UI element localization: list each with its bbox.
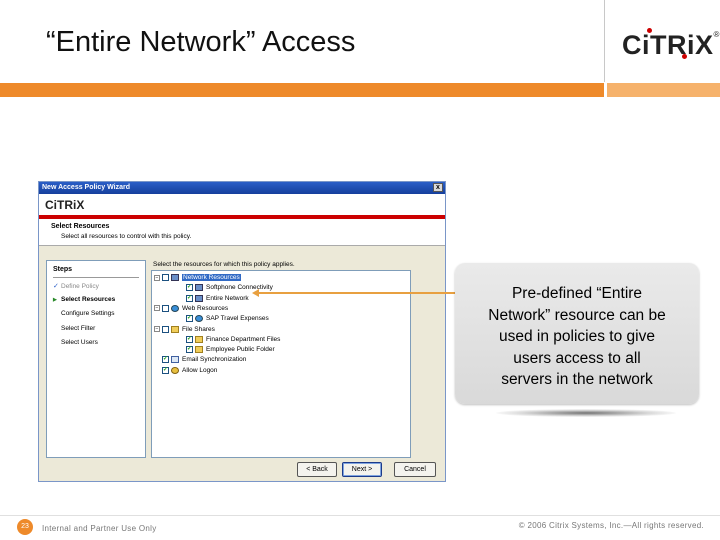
steps-divider [53, 277, 139, 278]
tree-item-label: File Shares [182, 325, 215, 333]
checkmark-icon: ✓ [53, 283, 59, 290]
network-icon [171, 274, 179, 281]
collapse-icon[interactable]: − [154, 305, 160, 312]
logo-red-dot [647, 28, 652, 33]
folder-icon [171, 325, 179, 333]
tree-item-label: Network Resources [182, 274, 241, 281]
checkbox[interactable]: ✓ [186, 346, 193, 354]
mail-icon [171, 356, 179, 364]
step-select-resources[interactable]: ▶ Select Resources [53, 296, 115, 303]
tree-item[interactable]: ✓ SAP Travel Expenses [178, 314, 269, 323]
web-icon [171, 304, 179, 312]
step-select-users[interactable]: Select Users [53, 339, 98, 346]
citrix-logo: CiTRiX® [622, 28, 720, 61]
wizard-citrix-logo: CiTRiX [45, 198, 85, 212]
checkbox[interactable]: ✓ [162, 366, 169, 374]
close-icon[interactable]: x [433, 183, 443, 192]
tree-item-label: Employee Public Folder [206, 346, 275, 354]
callout-line: Pre-defined “Entire [511, 285, 643, 302]
callout-line: servers in the network [501, 371, 653, 388]
checkbox[interactable]: ✓ [186, 335, 193, 343]
callout-line: Network” resource can be [488, 306, 666, 324]
logo-red-dot [682, 54, 687, 59]
checkbox[interactable] [162, 325, 169, 333]
tree-item-label: SAP Travel Expenses [206, 315, 269, 323]
tree-item[interactable]: ✓ Employee Public Folder [178, 345, 275, 354]
resource-tree[interactable]: − Network Resources ✓ Softphone Connectivit… [151, 270, 411, 458]
slide-title: “Entire Network” Access [46, 26, 356, 58]
step-label: Configure Settings [61, 310, 115, 317]
tree-item-label: Softphone Connectivity [206, 284, 273, 292]
step-select-filter[interactable]: Select Filter [53, 325, 95, 332]
back-button[interactable]: < Back [297, 462, 337, 477]
tree-item[interactable]: − File Shares [154, 325, 215, 334]
cancel-button[interactable]: Cancel [394, 462, 436, 477]
window-titlebar: New Access Policy Wizard x [39, 182, 445, 194]
step-label: Define Policy [61, 283, 99, 290]
tree-instructions: Select the resources for which this poli… [153, 261, 295, 268]
step-define-policy[interactable]: ✓ Define Policy [53, 282, 99, 290]
page-number-badge: 23 [17, 519, 33, 535]
checkbox[interactable]: ✓ [186, 284, 193, 292]
section-subtitle: Select all resources to control with thi… [61, 233, 192, 240]
checkbox[interactable]: ✓ [186, 294, 193, 302]
footer-confidentiality: Internal and Partner Use Only [42, 524, 157, 533]
tree-item-label: Entire Network [206, 294, 249, 302]
step-label: Select Filter [61, 325, 96, 332]
header-divider [604, 0, 605, 82]
tree-item[interactable]: ✓ Email Synchronization [154, 355, 246, 364]
tree-item[interactable]: ✓ Finance Department Files [178, 335, 280, 344]
callout-line: users access to all [513, 349, 641, 367]
steps-panel: Steps ✓ Define Policy ▶ Select Resources C… [46, 260, 146, 458]
step-label: Select Resources [61, 296, 116, 303]
header-accent-bar [0, 83, 720, 97]
callout-text: Pre-defined “Entire Network” resource ca… [455, 283, 699, 391]
access-policy-wizard-window: New Access Policy Wizard x CiTRiX Select… [38, 181, 446, 482]
callout-shadow [496, 409, 676, 417]
arrow-head-icon [252, 289, 259, 297]
web-icon [195, 315, 203, 323]
checkbox[interactable]: ✓ [186, 315, 193, 323]
checkbox[interactable] [162, 304, 169, 312]
tree-item[interactable]: ✓ Allow Logon [154, 366, 217, 375]
folder-icon [195, 335, 203, 343]
network-icon [195, 294, 203, 302]
tree-item-label: Web Resources [182, 304, 229, 312]
callout-line: used in policies to give [499, 328, 655, 345]
checkbox[interactable]: ✓ [162, 356, 169, 364]
step-configure-settings[interactable]: Configure Settings [53, 310, 114, 317]
callout-arrow-line [258, 292, 455, 294]
callout-box: Pre-defined “Entire Network” resource ca… [455, 263, 699, 404]
footer-divider [0, 515, 720, 516]
tree-item[interactable]: ✓ Entire Network [178, 294, 249, 303]
tree-item[interactable]: − Web Resources [154, 304, 228, 313]
collapse-icon[interactable]: − [154, 326, 160, 332]
section-title: Select Resources [51, 223, 110, 230]
key-icon [171, 366, 179, 374]
tree-item-label: Finance Department Files [206, 335, 281, 343]
tree-item[interactable]: − Network Resources [154, 273, 241, 282]
window-title: New Access Policy Wizard [42, 184, 130, 191]
checkbox[interactable] [162, 274, 169, 281]
logo-text: CiTRiX [622, 30, 714, 60]
folder-icon [195, 346, 203, 354]
steps-title: Steps [53, 266, 73, 273]
arrow-right-icon: ▶ [53, 297, 57, 303]
logo-registered-mark: ® [713, 30, 720, 39]
tree-item-label: Allow Logon [182, 366, 218, 374]
accent-bar-light-segment [607, 83, 720, 97]
collapse-icon[interactable]: − [154, 274, 160, 281]
next-button[interactable]: Next > [342, 462, 382, 477]
network-icon [195, 284, 203, 292]
step-label: Select Users [61, 339, 98, 346]
footer-copyright: © 2006 Citrix Systems, Inc.—All rights r… [518, 521, 704, 530]
tree-item-label: Email Synchronization [182, 356, 247, 364]
